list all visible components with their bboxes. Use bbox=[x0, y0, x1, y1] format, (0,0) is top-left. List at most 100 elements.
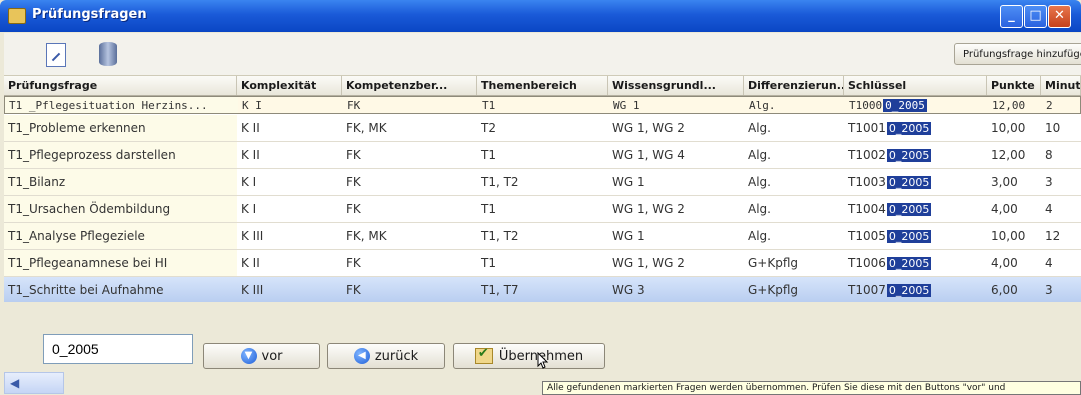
key-prefix: T1003 bbox=[848, 175, 886, 189]
cell-komplexitaet: K I bbox=[241, 175, 257, 189]
arrow-down-icon: ▼ bbox=[240, 348, 257, 364]
cell-minuten: 3 bbox=[1045, 283, 1053, 297]
cell-differenzierung: Alg. bbox=[748, 121, 771, 135]
cell-komplexitaet: K I bbox=[241, 202, 257, 216]
cell-komplexitaet: K III bbox=[241, 283, 264, 297]
cell-punkte: 6,00 bbox=[991, 283, 1018, 297]
cell-punkte: 10,00 bbox=[991, 229, 1026, 243]
table-row[interactable]: T1_Analyse Pflegeziele K III FK, MK T1, … bbox=[4, 223, 1081, 250]
cell-frage: T1 _Pflegesituation Herzins... bbox=[5, 97, 238, 113]
key-prefix: T1000 bbox=[849, 98, 883, 112]
cell-differenzierung: Alg. bbox=[749, 98, 776, 112]
key-suffix-highlight: 0_2005 bbox=[886, 148, 932, 162]
key-suffix-highlight: 0_2005 bbox=[886, 229, 932, 243]
key-prefix: T1007 bbox=[848, 283, 886, 297]
add-question-button[interactable]: Prüfungsfrage hinzufüge bbox=[954, 43, 1081, 65]
key-prefix: T1005 bbox=[848, 229, 886, 243]
column-header-thema[interactable]: Themenbereich bbox=[477, 76, 608, 95]
cell-frage: T1_Probleme erkennen bbox=[4, 115, 237, 141]
column-header-frage[interactable]: Prüfungsfrage bbox=[4, 76, 237, 95]
cell-schluessel: T1002 0_2005 bbox=[844, 142, 987, 168]
back-label: zurück bbox=[374, 348, 419, 364]
cell-kompetenz: FK bbox=[346, 256, 361, 270]
cell-thema: T1, T2 bbox=[481, 175, 519, 189]
column-header-komplexitaet[interactable]: Komplexität bbox=[237, 76, 342, 95]
mouse-cursor-icon bbox=[537, 352, 549, 369]
table-row[interactable]: T1_Ursachen Ödembildung K I FK T1 WG 1, … bbox=[4, 196, 1081, 223]
table-row[interactable]: T1_Pflegeanamnese bei HI K II FK T1 WG 1… bbox=[4, 250, 1081, 277]
cell-thema: T1 bbox=[481, 148, 496, 162]
key-suffix-highlight: 0_2005 bbox=[886, 256, 932, 270]
cell-wissen: WG 1 bbox=[612, 229, 645, 243]
cell-minuten: 4 bbox=[1045, 256, 1053, 270]
cell-komplexitaet: K I bbox=[242, 98, 262, 112]
key-suffix-highlight: 0_2005 bbox=[883, 98, 927, 112]
cell-punkte: 12,00 bbox=[992, 98, 1026, 112]
cell-kompetenz: FK bbox=[347, 98, 361, 112]
cell-wissen: WG 1 bbox=[612, 175, 645, 189]
cell-minuten: 4 bbox=[1045, 202, 1053, 216]
cell-frage: T1_Pflegeprozess darstellen bbox=[4, 142, 237, 168]
cell-schluessel: T1003 0_2005 bbox=[844, 169, 987, 195]
horizontal-scrollbar[interactable]: ◀ bbox=[4, 372, 64, 394]
column-header-wissen[interactable]: Wissensgrundl... bbox=[608, 76, 744, 95]
apply-button[interactable]: Übernehmen bbox=[453, 343, 605, 369]
cell-frage: T1_Schritte bei Aufnahme bbox=[8, 283, 164, 297]
cell-frage: T1_Bilanz bbox=[4, 169, 237, 195]
search-input[interactable] bbox=[43, 334, 193, 364]
key-prefix: T1004 bbox=[848, 202, 886, 216]
cell-minuten: 8 bbox=[1045, 148, 1053, 162]
edit-tool-button[interactable] bbox=[38, 36, 72, 72]
back-button[interactable]: ◀ zurück bbox=[327, 343, 445, 369]
database-icon bbox=[99, 42, 117, 66]
cell-kompetenz: FK bbox=[346, 148, 361, 162]
app-icon bbox=[8, 8, 26, 24]
cell-thema: T1 bbox=[481, 202, 496, 216]
cell-frage: T1_Analyse Pflegeziele bbox=[4, 223, 237, 249]
column-header-schluessel[interactable]: Schlüssel bbox=[844, 76, 987, 95]
cell-wissen: WG 3 bbox=[612, 283, 645, 297]
column-header-punkte[interactable]: Punkte bbox=[987, 76, 1041, 95]
cell-minuten: 3 bbox=[1045, 175, 1053, 189]
table-row[interactable]: T1_Probleme erkennen K II FK, MK T2 WG 1… bbox=[4, 115, 1081, 142]
table-row[interactable]: T1_Bilanz K I FK T1, T2 WG 1 Alg. T1003 0… bbox=[4, 169, 1081, 196]
key-prefix: T1001 bbox=[848, 121, 886, 135]
cell-thema: T1, T7 bbox=[481, 283, 519, 297]
cell-differenzierung: Alg. bbox=[748, 229, 771, 243]
arrow-left-icon: ◀ bbox=[353, 348, 370, 364]
column-header-differenzierung[interactable]: Differenzierun... bbox=[744, 76, 844, 95]
minimize-button[interactable]: _ bbox=[1000, 5, 1023, 28]
cell-punkte: 3,00 bbox=[991, 175, 1018, 189]
cell-wissen: WG 1 bbox=[613, 98, 640, 112]
column-header-minuten[interactable]: Minute bbox=[1041, 76, 1081, 95]
checklist-icon bbox=[474, 346, 493, 364]
table-row[interactable]: T1 _Pflegesituation Herzins... K I FK T1… bbox=[4, 96, 1081, 114]
edit-document-icon bbox=[46, 43, 66, 67]
cell-differenzierung: G+Kpflg bbox=[748, 256, 799, 270]
questions-grid: Prüfungsfrage Komplexität Kompetenzber..… bbox=[4, 76, 1081, 302]
cell-schluessel: T1004 0_2005 bbox=[844, 196, 987, 222]
cell-schluessel: T1007 0_2005 bbox=[844, 277, 987, 302]
table-row-selected[interactable]: T1_Schritte bei Aufnahme K III FK T1, T7… bbox=[4, 277, 1081, 302]
cell-kompetenz: FK, MK bbox=[346, 121, 387, 135]
table-row[interactable]: T1_Pflegeprozess darstellen K II FK T1 W… bbox=[4, 142, 1081, 169]
database-tool-button[interactable] bbox=[90, 36, 124, 72]
cell-minuten: 10 bbox=[1045, 121, 1061, 135]
key-suffix-highlight: 0_2005 bbox=[886, 175, 932, 189]
cell-differenzierung: G+Kpflg bbox=[748, 283, 799, 297]
key-suffix-highlight: 0_2005 bbox=[886, 283, 932, 297]
scroll-left-icon: ◀ bbox=[10, 376, 20, 390]
forward-button[interactable]: ▼ vor bbox=[203, 343, 320, 369]
column-header-kompetenz[interactable]: Kompetenzber... bbox=[342, 76, 477, 95]
maximize-button[interactable]: □ bbox=[1024, 5, 1047, 28]
cell-differenzierung: Alg. bbox=[748, 148, 771, 162]
cell-komplexitaet: K II bbox=[241, 148, 260, 162]
cell-frage: T1_Ursachen Ödembildung bbox=[4, 196, 237, 222]
cell-schluessel: T1006 0_2005 bbox=[844, 250, 987, 276]
cell-minuten: 2 bbox=[1046, 98, 1053, 112]
key-prefix: T1006 bbox=[848, 256, 886, 270]
key-suffix-highlight: 0_2005 bbox=[886, 121, 932, 135]
cell-schluessel: T1000 0_2005 bbox=[845, 97, 988, 113]
cell-komplexitaet: K II bbox=[241, 256, 260, 270]
close-button[interactable]: ✕ bbox=[1048, 5, 1071, 28]
